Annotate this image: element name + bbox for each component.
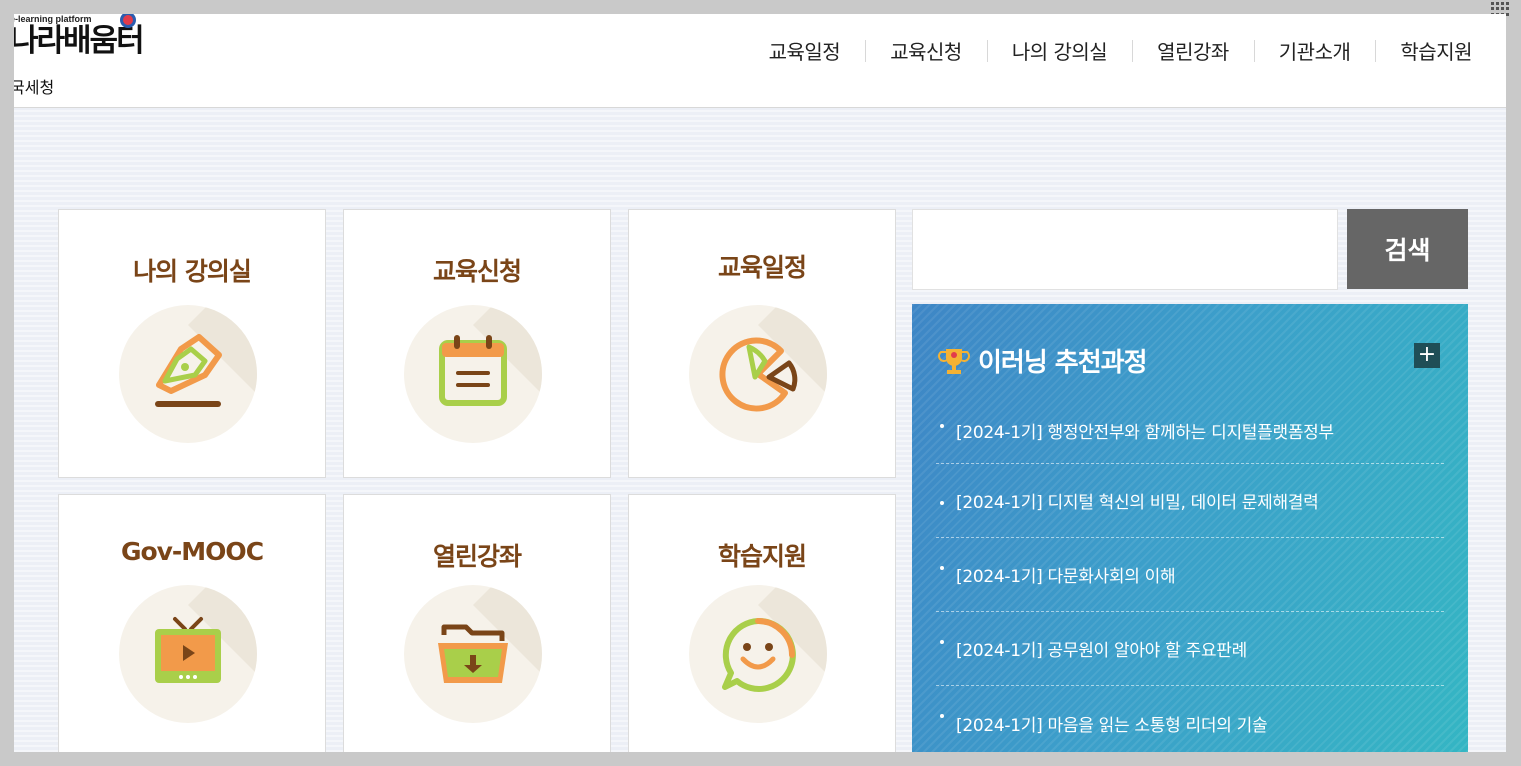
tile-title: 교육신청 — [432, 257, 522, 286]
list-item[interactable]: [2024-1기] 공무원이 알아야 할 주요판례 — [936, 612, 1444, 686]
nav-item-schedule[interactable]: 교육일정 — [744, 36, 866, 65]
panel-title-text: 이러닝 추천과정 — [978, 348, 1147, 378]
pie-chart-icon — [719, 337, 798, 412]
list-item[interactable]: [2024-1기] 디지털 혁신의 비밀, 데이터 문제해결력 — [936, 464, 1444, 538]
tile-schedule[interactable]: 교육일정 — [628, 209, 896, 478]
site-header: Government e-learning platform 나라배움터 국세청… — [14, 14, 1506, 108]
course-link[interactable]: [2024-1기] 다문화사회의 이해 — [956, 562, 1176, 587]
tile-my-classroom[interactable]: 나의 강의실 — [58, 209, 326, 478]
tile-icon-circle — [404, 585, 542, 723]
course-link[interactable]: [2024-1기] 공무원이 알아야 할 주요판례 — [956, 636, 1247, 661]
main-nav: 교육일정 교육신청 나의 강의실 열린강좌 기관소개 학습지원 — [744, 36, 1472, 65]
list-item[interactable]: [2024-1기] 다문화사회의 이해 — [936, 538, 1444, 612]
logo-title: 나라배움터 — [14, 23, 145, 59]
tile-icon-circle — [689, 305, 827, 443]
nav-item-support[interactable]: 학습지원 — [1375, 36, 1472, 65]
tile-title: 열린강좌 — [432, 542, 522, 571]
recommended-list: [2024-1기] 행정안전부와 함께하는 디지털플랫폼정부 [2024-1기]… — [936, 394, 1444, 752]
search-input[interactable] — [912, 209, 1338, 290]
site-logo[interactable]: Government e-learning platform 나라배움터 — [14, 14, 185, 66]
tile-support[interactable]: 학습지원 — [628, 494, 896, 752]
more-button[interactable]: + — [1414, 343, 1440, 368]
calendar-icon — [439, 335, 507, 406]
tile-icon-circle — [689, 585, 827, 723]
list-item[interactable]: [2024-1기] 행정안전부와 함께하는 디지털플랫폼정부 — [936, 394, 1444, 464]
tv-play-icon — [155, 617, 221, 683]
page-frame: Government e-learning platform 나라배움터 국세청… — [14, 14, 1506, 752]
trophy-icon — [938, 348, 970, 374]
tile-gov-mooc[interactable]: Gov-MOOC — [58, 494, 326, 752]
tile-title: 나의 강의실 — [133, 257, 252, 286]
nav-item-about[interactable]: 기관소개 — [1253, 36, 1376, 65]
nav-item-open-lectures[interactable]: 열린강좌 — [1132, 36, 1254, 65]
search-button[interactable]: 검색 — [1347, 209, 1468, 289]
course-link[interactable]: [2024-1기] 마음을 읽는 소통형 리더의 기술 — [956, 711, 1268, 736]
nav-item-apply[interactable]: 교육신청 — [865, 36, 987, 65]
panel-title: 이러닝 추천과정 — [938, 342, 1147, 379]
tile-apply[interactable]: 교육신청 — [343, 209, 611, 478]
window-top-strip — [0, 0, 1521, 14]
nav-item-my-classroom[interactable]: 나의 강의실 — [986, 36, 1132, 65]
folder-download-icon — [438, 624, 508, 683]
tile-icon-circle — [404, 305, 542, 443]
tile-open-lectures[interactable]: 열린강좌 — [343, 494, 611, 752]
course-link[interactable]: [2024-1기] 행정안전부와 함께하는 디지털플랫폼정부 — [956, 418, 1334, 443]
list-item[interactable]: [2024-1기] 마음을 읽는 소통형 리더의 기술 — [936, 686, 1444, 752]
tile-icon-circle — [119, 585, 257, 723]
tile-title: Gov-MOOC — [120, 537, 264, 566]
tile-icon-circle — [119, 305, 257, 443]
tile-title: 교육일정 — [717, 253, 807, 282]
recommended-courses-panel: 이러닝 추천과정 + [2024-1기] 행정안전부와 함께하는 디지털플랫폼정… — [912, 304, 1468, 752]
course-link[interactable]: [2024-1기] 디지털 혁신의 비밀, 데이터 문제해결력 — [956, 488, 1319, 513]
tile-title: 학습지원 — [717, 542, 807, 571]
smile-chat-icon — [722, 617, 796, 692]
org-name: 국세청 — [14, 78, 55, 97]
pen-nib-icon — [155, 334, 222, 407]
